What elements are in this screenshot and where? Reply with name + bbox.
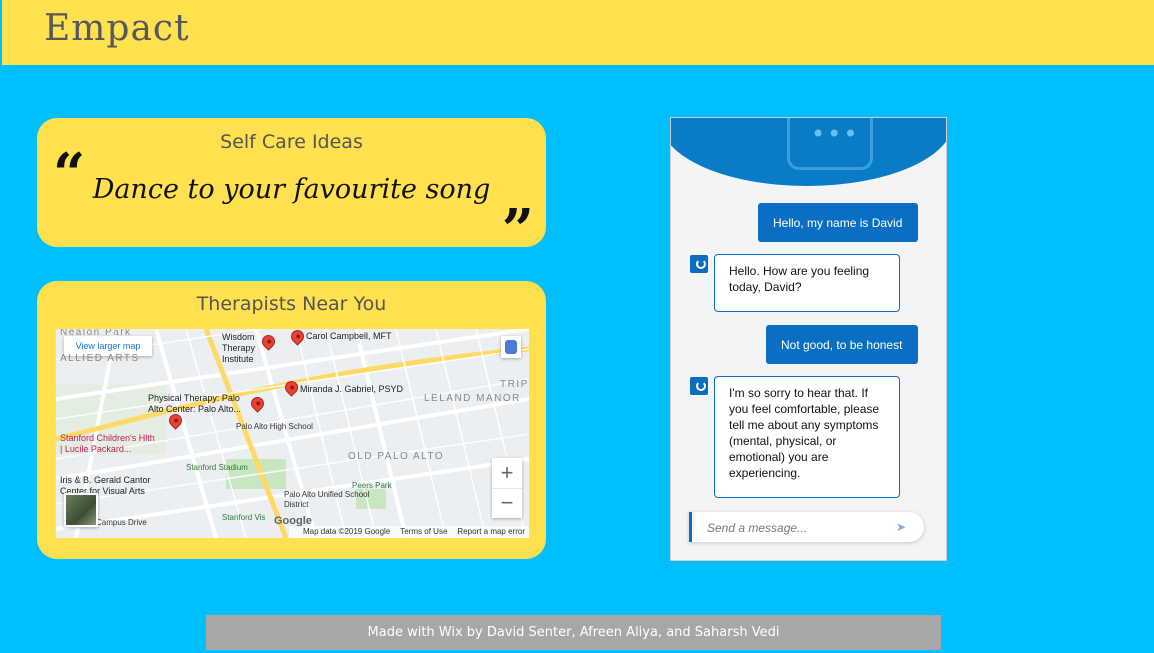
map-place-label[interactable]: Carol Campbell, MFT [306,331,392,342]
map-data-label: Map data ©2019 Google [302,527,391,536]
chat-widget: ••• Hello, my name is David Hello. How a… [670,117,947,561]
send-icon[interactable]: ➤ [896,520,910,534]
google-map[interactable]: View larger map Nealon Park ALLIED ARTS … [56,329,529,538]
map-street-label: Campus Drive [96,518,147,527]
footer-credit: Made with Wix by David Senter, Afreen Al… [367,625,780,640]
map-area-label: OLD PALO ALTO [348,451,445,462]
map-street-label: Nealon Park [60,329,132,338]
chat-message-bot: I'm so sorry to hear that. If you feel c… [714,376,900,498]
map-place-label[interactable]: Stanford Children's Hlth | Lucile Packar… [60,433,155,455]
map-place-label[interactable]: Miranda J. Gabriel, PSYD [300,384,403,395]
zoom-in-button[interactable]: + [492,458,522,489]
site-footer: Made with Wix by David Senter, Afreen Al… [206,615,941,650]
report-map-error-link[interactable]: Report a map error [457,527,525,536]
map-area-label: ALLIED ARTS [60,353,140,364]
therapists-title: Therapists Near You [196,293,387,315]
map-place-label[interactable]: Physical Therapy: Palo Alto Center: Palo… [148,393,248,415]
zoom-out-button[interactable]: − [492,488,522,518]
message-input[interactable] [705,512,889,544]
map-place-label: Palo Alto Unified School District [284,490,370,509]
self-care-card: Self Care Ideas “ Dance to your favourit… [37,118,546,258]
map-area-label: TRIP [500,379,529,390]
site-header: Empact [2,0,1154,65]
map-zoom-control: + − [492,458,522,518]
map-place-label[interactable]: Wisdom Therapy Institute [222,332,282,365]
map-place-label: Peers Park [352,481,392,490]
chat-message-bot: Hello. How are you feeling today, David? [714,254,900,312]
bot-avatar-icon [690,255,708,273]
chat-input-bar: ➤ [689,512,924,544]
chat-header: ••• [671,118,946,186]
map-area-label: LELAND MANOR [424,393,521,404]
map-place-label: Stanford Stadium [186,463,248,472]
site-logo[interactable]: Empact [44,8,190,49]
typing-dots-icon: ••• [811,120,860,148]
bot-avatar-icon [690,377,708,395]
map-attribution: Map data ©2019 Google Terms of Use Report … [288,526,529,538]
therapists-card: Therapists Near You View larger map Neal… [37,281,546,559]
map-place-label: Palo Alto High School [236,422,313,431]
chat-message-user: Not good, to be honest [766,325,918,364]
terms-of-use-link[interactable]: Terms of Use [400,527,447,536]
satellite-toggle[interactable] [64,493,98,527]
street-view-icon[interactable] [501,336,521,358]
map-place-label: Stanford Vis [222,513,266,522]
close-quote-icon: ” [501,197,534,263]
self-care-idea: Dance to your favourite song [92,174,491,205]
chat-message-user: Hello, my name is David [758,203,918,242]
self-care-title: Self Care Ideas [220,131,363,153]
